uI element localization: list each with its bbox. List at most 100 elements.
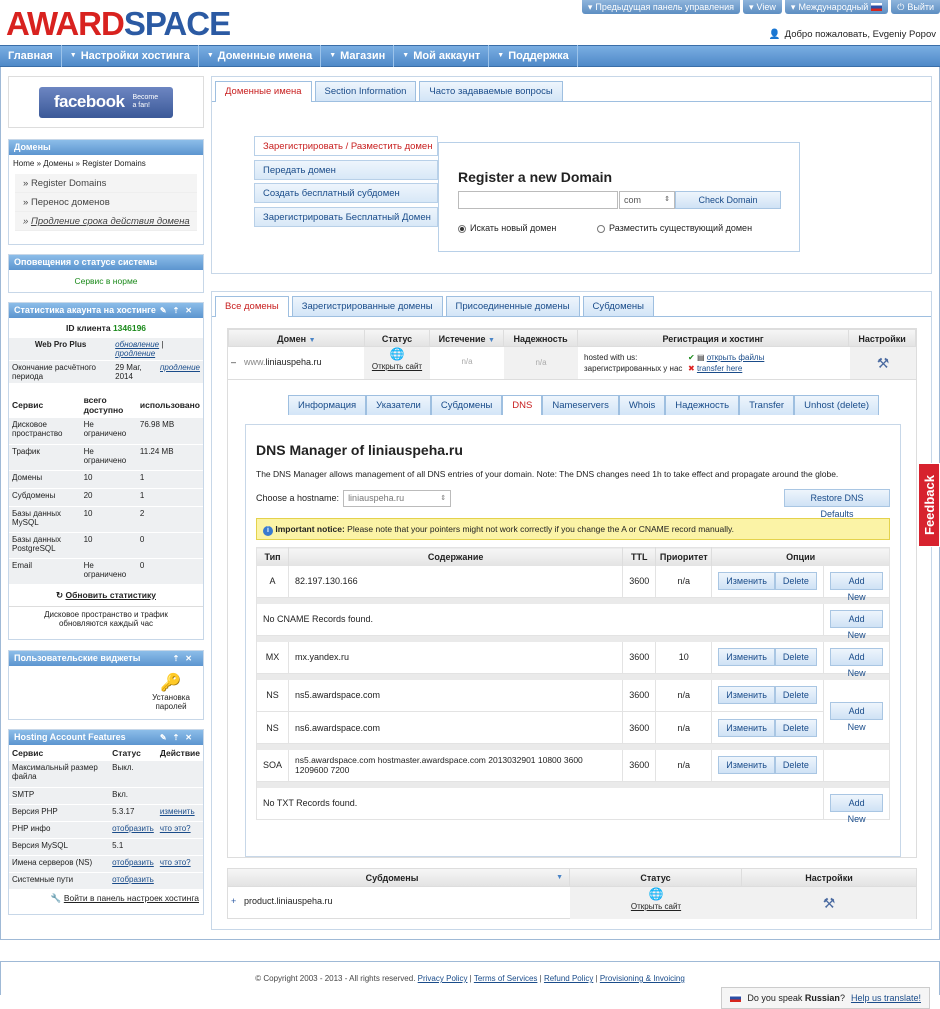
extend-link-2[interactable]: продление xyxy=(160,363,200,372)
prev-panel-button[interactable]: ▾ Предыдущая панель управления xyxy=(581,0,741,14)
domains-panel: Домены Home » Домены » Register Domains … xyxy=(8,139,204,245)
nav-hosting[interactable]: ▼ Настройки хостинга xyxy=(62,45,199,67)
subdomain-tools-icon[interactable]: ⚒ xyxy=(742,887,916,919)
terms-link[interactable]: Terms of Services xyxy=(474,974,538,983)
header-expiry[interactable]: Истечение ▼ xyxy=(430,330,505,346)
delete-button[interactable]: Delete xyxy=(774,718,817,737)
subtab-pointers[interactable]: Указатели xyxy=(366,395,431,415)
open-site-cell[interactable]: 🌐 Открыть сайт xyxy=(364,347,430,379)
dns-header: Тип xyxy=(256,547,290,566)
stats-panel: Статистика акаунта на хостинге ✎⇡✕ ID кли… xyxy=(8,302,204,640)
add-new-mx-button[interactable]: Add New xyxy=(830,648,883,678)
panel-icons[interactable]: ⇡✕ xyxy=(173,651,198,666)
subtab-whois[interactable]: Whois xyxy=(618,395,666,415)
what-is-link[interactable]: что это? xyxy=(160,824,191,833)
refund-link[interactable]: Refund Policy xyxy=(544,974,593,983)
panel-icons[interactable]: ✎⇡✕ xyxy=(160,730,198,745)
edit-button[interactable]: Изменить xyxy=(718,648,775,667)
transfer-link[interactable]: transfer here xyxy=(697,364,742,373)
extend-link[interactable]: продление xyxy=(115,349,155,358)
sidebar-item-transfer[interactable]: » Перенос доменов xyxy=(15,193,197,212)
refresh-label: Обновить статистику xyxy=(65,589,157,600)
edit-button[interactable]: Изменить xyxy=(718,572,775,591)
header-subdomain[interactable]: Субдомены ▼ xyxy=(228,869,570,886)
change-php-link[interactable]: изменить xyxy=(160,807,195,816)
subtab-info[interactable]: Информация xyxy=(288,395,367,415)
logo[interactable]: AWARDSPACE xyxy=(6,4,231,44)
subtab-dns[interactable]: DNS xyxy=(502,395,543,415)
nav-account[interactable]: ▼ Мой аккаунт xyxy=(394,45,490,67)
nav-domains[interactable]: ▼ Доменные имена xyxy=(199,45,322,67)
delete-button[interactable]: Delete xyxy=(774,572,817,591)
edit-button[interactable]: Изменить xyxy=(718,686,775,705)
domain-input[interactable] xyxy=(458,191,618,209)
subtab-nameservers[interactable]: Nameservers xyxy=(542,395,619,415)
refresh-stats-link[interactable]: ↻ Обновить статистику xyxy=(9,585,203,606)
delete-button[interactable]: Delete xyxy=(774,648,817,667)
facebook-button[interactable]: facebook Become a fan! xyxy=(39,86,173,118)
lang-q1: Do you speak xyxy=(747,993,803,1003)
tld-select[interactable]: com ⇕ xyxy=(619,191,675,209)
feedback-tab[interactable]: Feedback xyxy=(918,463,940,547)
show-ns-link[interactable]: отобразить xyxy=(112,858,154,867)
sidebar-item-register[interactable]: » Register Domains xyxy=(15,174,197,193)
subtab-transfer[interactable]: Transfer xyxy=(739,395,795,415)
breadcrumb[interactable]: Home » Домены » Register Domains xyxy=(9,155,203,174)
provisioning-link[interactable]: Provisioning & Invoicing xyxy=(600,974,685,983)
upgrade-link[interactable]: обновление xyxy=(115,340,159,349)
hosting-settings-label: Войти в панель настроек хостинга xyxy=(63,892,199,903)
restore-defaults-button[interactable]: Restore DNS Defaults xyxy=(784,489,890,519)
edit-button[interactable]: Изменить xyxy=(718,718,775,737)
sidebar-item-renew[interactable]: » Продление срока действия домена xyxy=(15,212,197,231)
feature-action xyxy=(156,872,203,890)
tab-all-domains[interactable]: Все домены xyxy=(215,296,289,317)
password-widget[interactable]: 🔑 Установка паролей xyxy=(149,673,193,711)
tab-registered[interactable]: Зарегистрированные домены xyxy=(291,296,443,316)
subtab-subdomains[interactable]: Субдомены xyxy=(430,395,503,415)
open-files-link[interactable]: открыть файлы xyxy=(707,353,765,362)
privacy-link[interactable]: Privacy Policy xyxy=(418,974,468,983)
flag-icon xyxy=(730,994,742,1002)
radio-new-domain[interactable]: Искать новый домен xyxy=(458,223,556,233)
logout-button[interactable]: ⏻ Выйти xyxy=(891,0,940,14)
settings-tools-icon[interactable]: ⚒ xyxy=(850,347,916,379)
radio-existing-domain[interactable]: Разместить существующий домен xyxy=(597,223,752,233)
expand-icon[interactable]: + xyxy=(231,896,236,906)
view-button[interactable]: ▾ View xyxy=(743,0,782,14)
hosting-settings-link[interactable]: 🔧 Войти в панель настроек хостинга xyxy=(9,890,203,907)
show-phpinfo-link[interactable]: отобразить xyxy=(112,824,154,833)
add-new-txt-button[interactable]: Add New xyxy=(830,794,883,824)
edit-button[interactable]: Изменить xyxy=(718,756,775,775)
hostname-select[interactable]: liniauspeha.ru ⇕ xyxy=(343,489,452,507)
panel-icons[interactable]: ✎⇡✕ xyxy=(160,303,198,318)
header-domain[interactable]: Домен ▼ xyxy=(229,330,365,346)
add-new-a-button[interactable]: Add New xyxy=(830,572,883,602)
menu-register[interactable]: Зарегистрировать / Разместить домен xyxy=(254,136,438,156)
tab-faq[interactable]: Часто задаваемые вопросы xyxy=(419,81,563,101)
tab-attached[interactable]: Присоединенные домены xyxy=(445,296,580,316)
record-type: NS xyxy=(256,711,290,744)
add-new-ns-button[interactable]: Add New xyxy=(830,702,883,732)
collapse-icon[interactable]: – xyxy=(231,357,236,367)
tab-section-info[interactable]: Section Information xyxy=(314,81,417,101)
menu-free-domain[interactable]: Зарегистрировать Бесплатный Домен xyxy=(254,207,438,227)
menu-transfer[interactable]: Передать домен xyxy=(254,160,438,180)
nav-support[interactable]: ▼ Поддержка xyxy=(489,45,578,67)
check-domain-button[interactable]: Check Domain xyxy=(675,191,781,209)
subtab-reliability[interactable]: Надежность xyxy=(665,395,740,415)
subtab-unhost[interactable]: Unhost (delete) xyxy=(794,395,880,415)
language-button[interactable]: ▾ Международный xyxy=(784,0,889,14)
tab-subdomains[interactable]: Субдомены xyxy=(582,296,654,316)
subdomain-open-cell[interactable]: 🌐 Открыть сайт xyxy=(570,887,742,919)
delete-button[interactable]: Delete xyxy=(774,756,817,775)
delete-button[interactable]: Delete xyxy=(774,686,817,705)
menu-free-subdomain[interactable]: Создать бесплатный субдомен xyxy=(254,183,438,203)
help-translate-link[interactable]: Help us translate! xyxy=(851,993,921,1003)
tab-domain-names[interactable]: Доменные имена xyxy=(215,81,312,102)
show-paths-link[interactable]: отобразить xyxy=(112,875,154,884)
item-label: Перенос доменов xyxy=(30,197,110,208)
nav-shop[interactable]: ▼ Магазин xyxy=(321,45,395,67)
add-new-cname-button[interactable]: Add New xyxy=(830,610,883,640)
what-is-link[interactable]: что это? xyxy=(160,858,191,867)
nav-home[interactable]: Главная xyxy=(0,45,62,67)
